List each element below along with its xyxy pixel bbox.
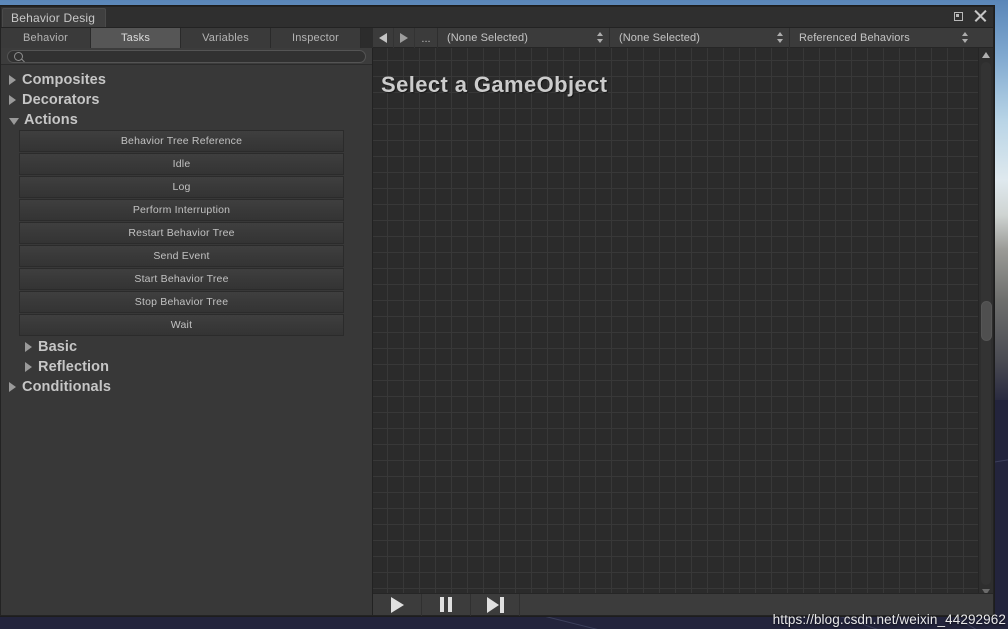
task-label: Perform Interruption — [132, 204, 231, 216]
graph-empty-message: Select a GameObject — [381, 72, 608, 97]
category-composites[interactable]: Composites — [1, 70, 372, 90]
task-item-stop-behavior-tree[interactable]: Stop Behavior Tree — [19, 291, 344, 313]
task-list: Composites Decorators Actions Behavior T… — [1, 65, 372, 397]
chevron-right-icon — [9, 95, 16, 105]
watermark-text: https://blog.csdn.net/weixin_44292962 — [772, 612, 1006, 627]
search-input[interactable] — [27, 49, 359, 63]
task-label: Stop Behavior Tree — [134, 296, 229, 308]
category-label: Conditionals — [22, 379, 111, 395]
category-reflection[interactable]: Reflection — [1, 357, 372, 377]
category-label: Decorators — [22, 92, 100, 108]
tab-tasks[interactable]: Tasks — [91, 28, 181, 48]
tab-label: Variables — [202, 32, 249, 44]
task-item-start-behavior-tree[interactable]: Start Behavior Tree — [19, 268, 344, 290]
tasks-panel: Composites Decorators Actions Behavior T… — [1, 48, 373, 615]
task-label: Start Behavior Tree — [134, 273, 229, 285]
chevron-right-icon — [9, 382, 16, 392]
referenced-behaviors-dropdown[interactable]: Referenced Behaviors — [789, 27, 974, 48]
forward-button[interactable] — [394, 27, 415, 48]
category-label: Reflection — [38, 359, 110, 375]
window-controls — [952, 9, 987, 22]
breadcrumb-overflow-button[interactable]: ... — [415, 28, 437, 48]
task-label: Behavior Tree Reference — [120, 135, 243, 147]
gameobject-selector-dropdown[interactable]: (None Selected) — [609, 27, 789, 48]
tab-variables[interactable]: Variables — [181, 28, 271, 48]
task-item-send-event[interactable]: Send Event — [19, 245, 344, 267]
task-item-idle[interactable]: Idle — [19, 153, 344, 175]
search-row — [1, 48, 372, 65]
search-field[interactable] — [7, 49, 366, 63]
arrow-right-icon — [400, 32, 408, 43]
task-label: Wait — [170, 319, 193, 331]
category-label: Actions — [24, 112, 78, 128]
tab-inspector[interactable]: Inspector — [271, 28, 361, 48]
category-actions[interactable]: Actions — [1, 110, 372, 130]
chevron-down-icon — [9, 117, 19, 125]
chevron-right-icon — [25, 342, 32, 352]
behavior-selector-dropdown[interactable]: (None Selected) — [437, 27, 609, 48]
chevron-updown-icon — [596, 31, 605, 44]
graph-vertical-scrollbar[interactable] — [978, 48, 993, 599]
close-icon[interactable] — [974, 9, 987, 22]
category-label: Composites — [22, 72, 106, 88]
task-label: Send Event — [153, 250, 210, 262]
category-label: Basic — [38, 339, 78, 355]
task-item-log[interactable]: Log — [19, 176, 344, 198]
search-icon — [14, 51, 23, 61]
play-button[interactable] — [373, 593, 422, 616]
behavior-designer-window: Behavior Desig Behavior Tasks Variables … — [0, 6, 994, 616]
scroll-up-icon[interactable] — [982, 52, 990, 58]
tab-label: Tasks — [120, 32, 151, 44]
window-title: Behavior Desig — [11, 11, 96, 25]
behavior-graph-area[interactable]: Select a GameObject — [373, 48, 993, 615]
task-item-behavior-tree-reference[interactable]: Behavior Tree Reference — [19, 130, 344, 152]
category-decorators[interactable]: Decorators — [1, 90, 372, 110]
tab-label: Inspector — [291, 32, 340, 44]
chevron-right-icon — [25, 362, 32, 372]
maximize-icon[interactable] — [952, 9, 965, 22]
category-conditionals[interactable]: Conditionals — [1, 377, 372, 397]
tab-behavior[interactable]: Behavior — [1, 28, 91, 48]
window-title-tab[interactable]: Behavior Desig — [2, 8, 107, 27]
task-label: Restart Behavior Tree — [128, 227, 235, 239]
category-basic[interactable]: Basic — [1, 337, 372, 357]
pause-button[interactable] — [422, 593, 471, 616]
scrollbar-thumb[interactable] — [981, 301, 992, 341]
graph-grid — [373, 48, 978, 615]
arrow-left-icon — [379, 32, 387, 43]
window-title-bar: Behavior Desig — [1, 7, 993, 28]
chevron-updown-icon — [776, 31, 785, 44]
play-icon — [390, 596, 404, 613]
task-item-restart-behavior-tree[interactable]: Restart Behavior Tree — [19, 222, 344, 244]
task-label: Log — [172, 181, 191, 193]
step-button[interactable] — [471, 593, 520, 616]
step-forward-icon — [486, 596, 504, 613]
tab-label: Behavior — [22, 32, 68, 44]
gameobject-selector-label: (None Selected) — [619, 31, 700, 44]
chevron-right-icon — [9, 75, 16, 85]
referenced-behaviors-label: Referenced Behaviors — [799, 31, 910, 44]
behavior-selector-label: (None Selected) — [447, 31, 528, 44]
pause-icon — [440, 597, 452, 612]
task-item-perform-interruption[interactable]: Perform Interruption — [19, 199, 344, 221]
graph-toolbar: ... (None Selected) (None Selected) Refe… — [373, 27, 993, 48]
task-label: Idle — [172, 158, 191, 170]
task-item-wait[interactable]: Wait — [19, 314, 344, 336]
back-button[interactable] — [373, 27, 394, 48]
chevron-updown-icon — [961, 31, 970, 44]
